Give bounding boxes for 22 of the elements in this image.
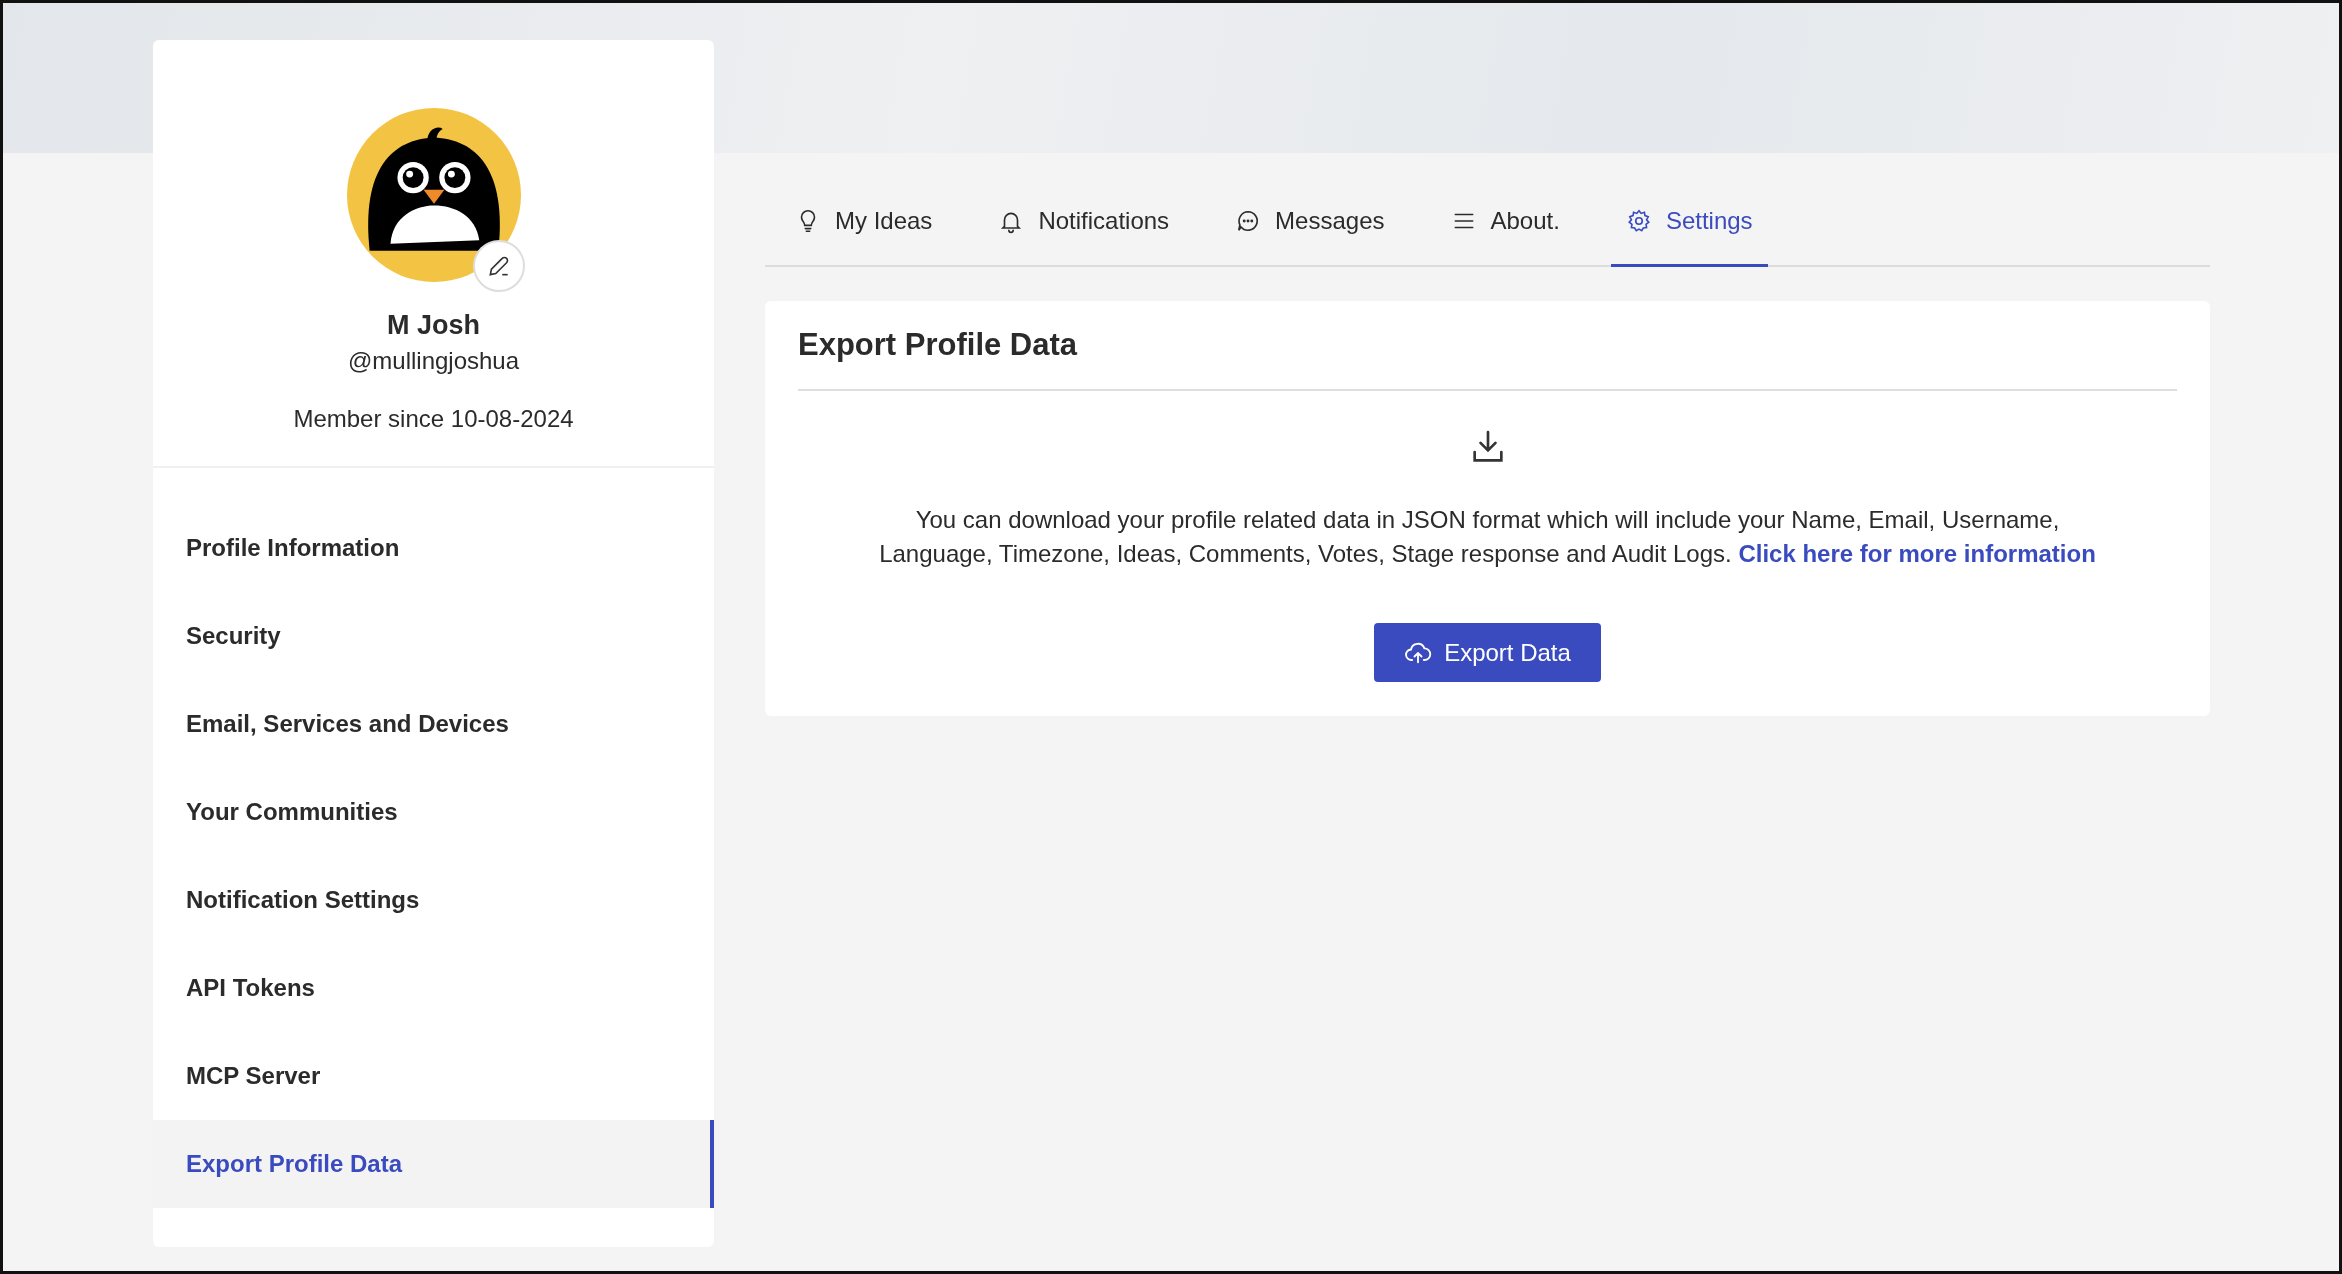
export-data-button[interactable]: Export Data <box>1374 623 1601 682</box>
tab[interactable]: Settings <box>1610 178 1768 267</box>
tab[interactable]: About. <box>1435 178 1575 267</box>
tab[interactable]: Messages <box>1220 178 1400 267</box>
sidebar-item[interactable]: MCP Server <box>153 1032 714 1120</box>
sidebar-item[interactable]: API Tokens <box>153 944 714 1032</box>
more-info-link[interactable]: Click here for more information <box>1738 540 2096 567</box>
username: @mullingjoshua <box>347 347 520 375</box>
tab[interactable]: Notifications <box>983 178 1185 267</box>
description-text: You can download your profile related data in JSON format which will include your Name, Email, Username, Language, Timezone, Ideas, Comments, Votes, Stage response and Audit Logs. Click here for more information <box>878 505 2097 569</box>
user-name: M Josh <box>387 310 480 341</box>
sidebar-item[interactable]: Notification Settings <box>153 856 714 944</box>
sidebar-item[interactable]: Your Communities <box>153 768 714 856</box>
settings-icon <box>1625 208 1652 234</box>
sidebar-item[interactable]: Profile Information <box>153 504 714 592</box>
sidebar-item[interactable]: Email, Services and Devices <box>153 680 714 768</box>
sidebar-item[interactable]: Security <box>153 592 714 680</box>
edit-avatar-button[interactable] <box>472 240 525 292</box>
member-since-text: Member since 10-08-2024 <box>293 405 574 433</box>
sidebar-item[interactable]: Export Profile Data <box>153 1120 714 1208</box>
card-title: Export Profile Data <box>798 327 2177 391</box>
tab[interactable]: My Ideas <box>780 178 948 267</box>
